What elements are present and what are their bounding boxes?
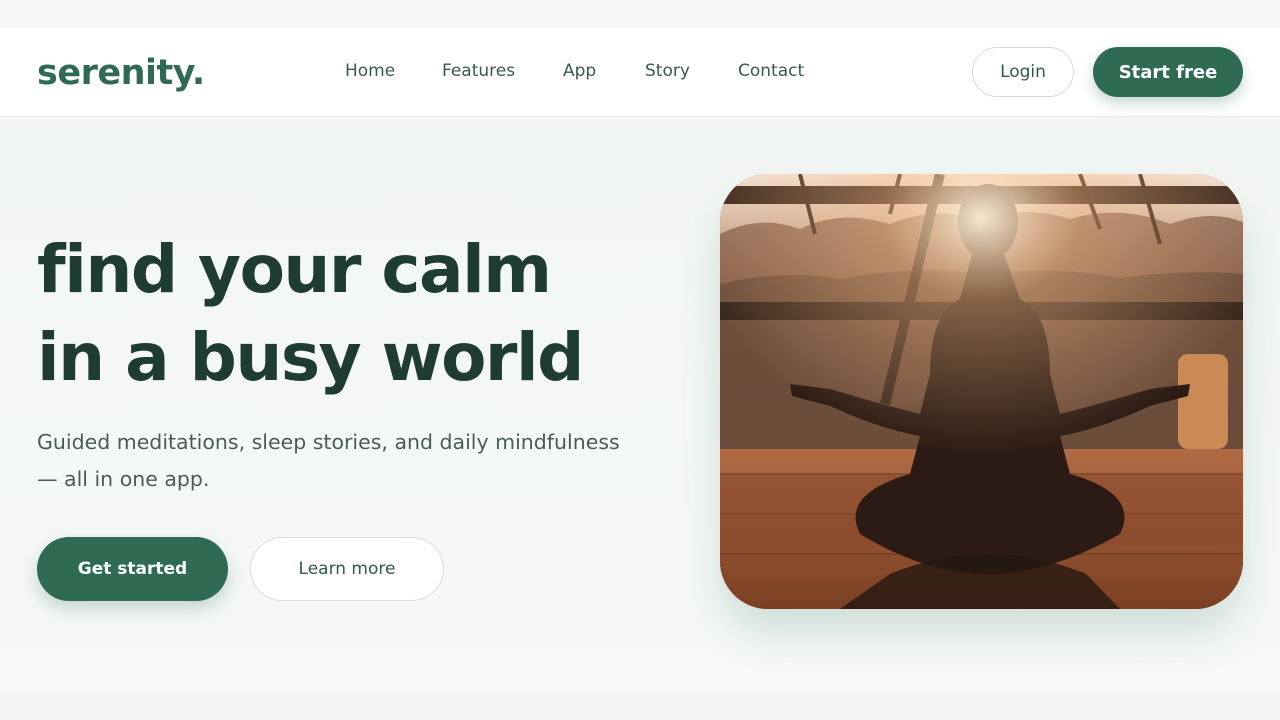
nav-contact[interactable]: Contact xyxy=(738,61,804,81)
nav-home[interactable]: Home xyxy=(345,61,395,81)
hero-subtitle-line-2: — all in one app. xyxy=(37,467,210,491)
meditation-illustration xyxy=(720,174,1243,609)
login-button[interactable]: Login xyxy=(972,47,1074,97)
nav-features[interactable]: Features xyxy=(442,61,515,81)
bottom-strip xyxy=(0,692,1280,720)
hero-title-line-2: in a busy world xyxy=(37,319,584,396)
landing-page: serenity. Home Features App Story Contac… xyxy=(0,0,1280,720)
nav-app[interactable]: App xyxy=(563,61,596,81)
get-started-button[interactable]: Get started xyxy=(37,537,228,601)
top-strip xyxy=(0,0,1280,27)
nav-story[interactable]: Story xyxy=(645,61,690,81)
hero-image-meditation xyxy=(720,174,1243,609)
start-free-button[interactable]: Start free xyxy=(1093,47,1243,97)
hero-title-line-1: find your calm xyxy=(37,231,552,308)
learn-more-button[interactable]: Learn more xyxy=(250,537,444,601)
hero-title: find your calm in a busy world xyxy=(37,226,677,402)
brand-logo[interactable]: serenity. xyxy=(37,53,205,93)
hero-subtitle-line-1: Guided meditations, sleep stories, and d… xyxy=(37,430,620,454)
hero-subtitle: Guided meditations, sleep stories, and d… xyxy=(37,424,657,498)
site-header: serenity. Home Features App Story Contac… xyxy=(0,27,1280,117)
